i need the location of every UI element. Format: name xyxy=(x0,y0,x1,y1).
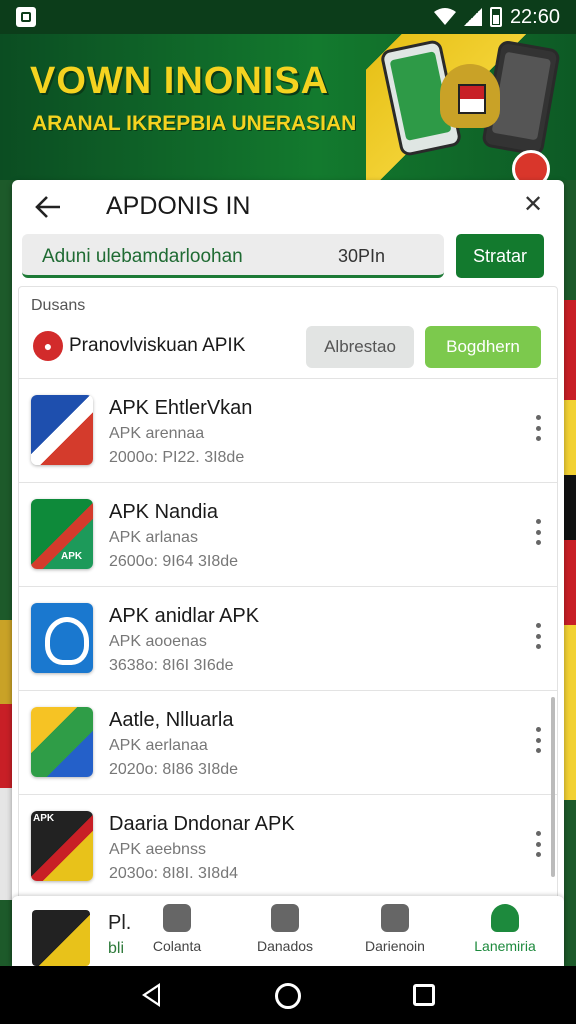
download-button[interactable]: Bogdhern xyxy=(425,326,541,368)
nav-label: Danados xyxy=(256,938,314,954)
status-right: 22:60 xyxy=(433,5,560,29)
app-subtitle: APK aerlanaa xyxy=(109,737,208,754)
list-item[interactable]: APK Daaria Dndonar APK APK aeebnss 2030o… xyxy=(19,795,557,899)
app-meta: 3638o: 8I6I 3I6de xyxy=(109,657,234,674)
back-icon[interactable] xyxy=(142,983,160,1007)
list-item[interactable]: APK EhtlerVkan APK arennaa 2000o: PI22. … xyxy=(19,379,557,483)
close-icon[interactable]: ✕ xyxy=(522,193,544,217)
app-icon: APK xyxy=(31,811,93,881)
search-input[interactable]: Aduni ulebamdarloohan 30PIn xyxy=(22,234,444,278)
lock-icon xyxy=(271,904,299,932)
signal-icon xyxy=(463,8,482,26)
nav-label: Colanta xyxy=(152,938,202,954)
app-name: Daaria Dndonar APK xyxy=(109,813,295,835)
status-time: 22:60 xyxy=(509,5,560,28)
top-bar: APDONIS IN ✕ xyxy=(12,180,564,234)
list-item[interactable]: APK APK Nandia APK arlanas 2600o: 9I64 3… xyxy=(19,483,557,587)
back-arrow-icon[interactable] xyxy=(34,194,62,220)
mini-subtitle: bli xyxy=(108,940,125,957)
featured-row[interactable]: ● Pranovlviskuan APIK Albrestao Bogdhern xyxy=(19,321,557,379)
search-query-text: Aduni ulebamdarloohan xyxy=(42,246,243,267)
person-icon xyxy=(491,904,519,932)
section-label: Dusans xyxy=(31,297,86,314)
list-item[interactable]: Aatle, Nlluarla APK aerlanaa 2020o: 8I86… xyxy=(19,691,557,795)
app-icon xyxy=(31,707,93,777)
app-subtitle: APK arlanas xyxy=(109,529,198,546)
app-meta: 2030o: 8I8I. 3I8d4 xyxy=(109,865,238,882)
search-right-text: 30PIn xyxy=(338,246,386,266)
app-icon xyxy=(31,395,93,465)
alternate-button[interactable]: Albrestao xyxy=(306,326,414,368)
nav-item-darienoin[interactable]: Darienoin xyxy=(350,904,440,964)
app-name: APK Nandia xyxy=(109,501,218,523)
dialog-card: APDONIS IN ✕ Aduni ulebamdarloohan 30PIn… xyxy=(12,180,564,965)
page-title: APDONIS IN xyxy=(106,192,251,220)
system-nav-bar xyxy=(0,966,576,1024)
app-icon: APK xyxy=(31,499,93,569)
notification-icon xyxy=(16,7,36,27)
mini-app-icon[interactable] xyxy=(32,910,90,966)
more-vert-icon[interactable] xyxy=(533,727,543,753)
status-bar: 22:60 xyxy=(0,0,576,34)
battery-icon xyxy=(489,7,502,27)
list-item[interactable]: APK anidlar APK APK aooenas 3638o: 8I6I … xyxy=(19,587,557,691)
more-vert-icon[interactable] xyxy=(533,415,543,441)
app-meta: 2600o: 9I64 3I8de xyxy=(109,553,239,570)
app-name: APK EhtlerVkan xyxy=(109,397,253,419)
recents-icon[interactable] xyxy=(413,984,435,1006)
bottom-nav: Pl. bli Colanta Danados Darienoin Lanemi… xyxy=(12,896,564,966)
app-subtitle: APK aeebnss xyxy=(109,841,206,858)
app-name: APK anidlar APK xyxy=(109,605,260,627)
nav-item-colanta[interactable]: Colanta xyxy=(132,904,222,964)
badge-icon xyxy=(512,150,550,180)
app-meta: 2000o: PI22. 3I8de xyxy=(109,449,245,466)
featured-name: Pranovlviskuan APIK xyxy=(69,335,246,356)
start-button[interactable]: Stratar xyxy=(456,234,544,278)
app-list: Dusans ● Pranovlviskuan APIK Albrestao B… xyxy=(18,286,558,956)
app-subtitle: APK arennaa xyxy=(109,425,205,442)
wifi-icon xyxy=(433,8,456,26)
garuda-emblem-icon xyxy=(440,64,500,128)
nav-label: Darienoin xyxy=(365,938,425,954)
nav-label: Lanemiria xyxy=(474,938,536,954)
search-icon xyxy=(381,904,409,932)
search-row: Aduni ulebamdarloohan 30PIn Stratar xyxy=(22,234,554,284)
banner-title: VOWN INONISA xyxy=(30,60,330,102)
promo-banner[interactable]: VOWN INONISA ARANAL IKREPBIA UNERASIAN xyxy=(0,34,576,180)
more-vert-icon[interactable] xyxy=(533,831,543,857)
nav-item-danados[interactable]: Danados xyxy=(240,904,330,964)
home-icon[interactable] xyxy=(275,983,301,1009)
scrollbar[interactable] xyxy=(551,697,555,877)
nav-item-lanemiria[interactable]: Lanemiria xyxy=(460,904,550,964)
app-meta: 2020o: 8I86 3I8de xyxy=(109,761,239,778)
app-name: Aatle, Nlluarla xyxy=(109,709,234,731)
mini-title: Pl. xyxy=(108,912,132,934)
app-subtitle: APK aooenas xyxy=(109,633,207,650)
banner-subtitle: ARANAL IKREPBIA UNERASIAN xyxy=(32,112,357,135)
tag-icon xyxy=(163,904,191,932)
app-icon xyxy=(31,603,93,673)
more-vert-icon[interactable] xyxy=(533,623,543,649)
more-vert-icon[interactable] xyxy=(533,519,543,545)
angry-bird-icon: ● xyxy=(33,331,63,361)
